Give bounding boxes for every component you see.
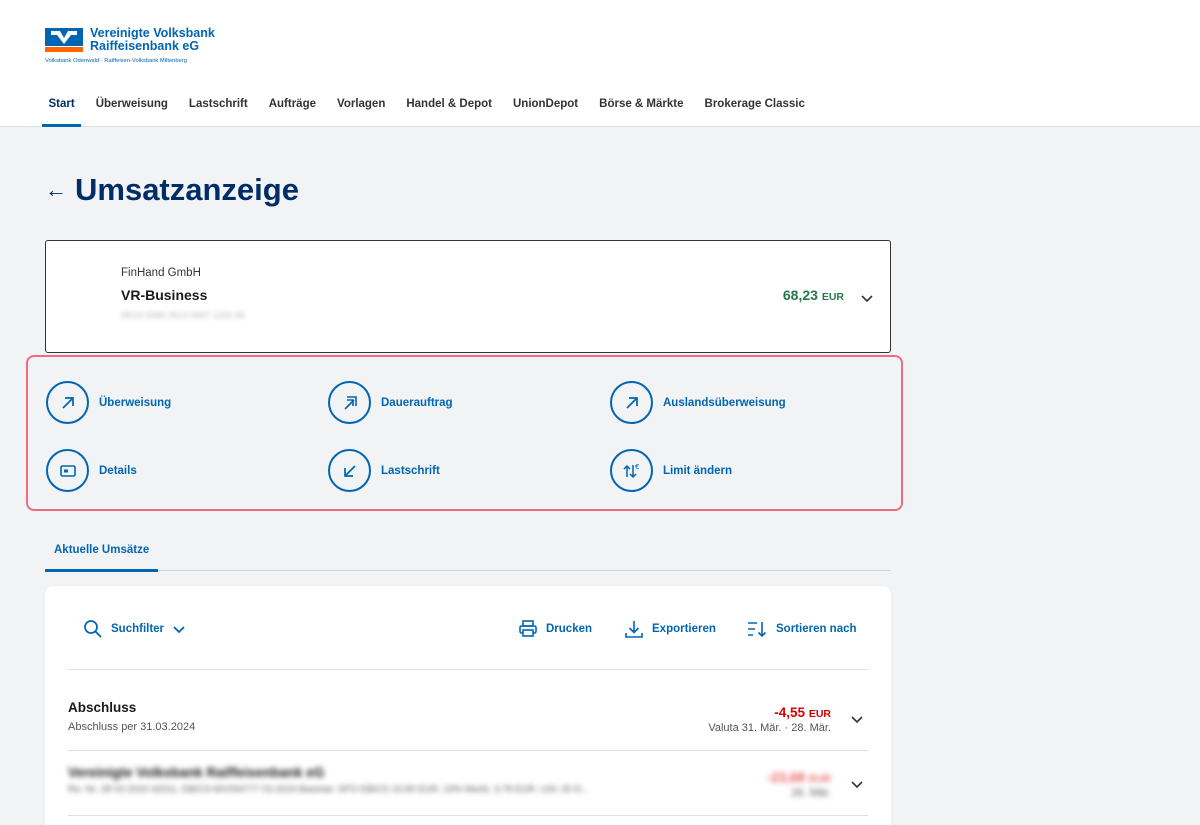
action-label: Lastschrift	[381, 464, 440, 477]
nav-item-lastschrift[interactable]: Lastschrift	[178, 98, 258, 127]
action-label: Dauerauftrag	[381, 396, 453, 409]
printer-icon	[519, 620, 537, 637]
transaction-row[interactable]: Abschluss Abschluss per 31.03.2024 -4,55…	[68, 687, 868, 751]
transaction-amount-currency: EUR	[808, 708, 831, 720]
account-selector[interactable]: FinHand GmbH VR-Business DE24 5086 3513 …	[45, 240, 891, 353]
chevron-down-icon[interactable]	[860, 291, 874, 305]
toolbar-divider	[68, 669, 868, 670]
action-dauerauftrag[interactable]: Dauerauftrag	[328, 381, 453, 424]
arrow-up-right-icon	[46, 381, 89, 424]
action-label: Details	[99, 464, 137, 477]
limit-arrows-euro-icon: €	[610, 449, 653, 492]
nav-item-ueberweisung[interactable]: Überweisung	[85, 98, 178, 127]
page-title-row: ← Umsatzanzeige	[45, 172, 299, 208]
bank-subtitle: Volksbank Odenwald · Raiffeisen-Volksban…	[45, 58, 187, 64]
account-iban: DE24 5086 3513 0007 1155 66	[121, 311, 246, 320]
nav-item-start[interactable]: Start	[38, 98, 85, 127]
chevron-down-icon[interactable]	[850, 712, 864, 726]
transaction-valuta: Valuta 31. Mär. · 28. Mär.	[708, 722, 831, 734]
bank-logo-icon	[45, 28, 83, 52]
main-nav: Start Überweisung Lastschrift Aufträge V…	[38, 98, 815, 127]
sort-label: Sortieren nach	[776, 623, 857, 635]
search-filter-label: Suchfilter	[111, 623, 165, 635]
svg-text:€: €	[635, 463, 639, 471]
arrow-left-icon[interactable]: ←	[45, 172, 67, 208]
action-label: Überweisung	[99, 396, 172, 409]
account-balance-value: 68,23	[782, 287, 818, 303]
nav-item-auftraege[interactable]: Aufträge	[258, 98, 326, 127]
search-filter-button[interactable]: Suchfilter	[83, 619, 194, 639]
action-limit-aendern[interactable]: € Limit ändern	[610, 449, 732, 492]
action-ueberweisung[interactable]: Überweisung	[46, 381, 171, 424]
bank-name-line2: Raiffeisenbank eG	[90, 39, 200, 53]
arrow-up-right-icon	[610, 381, 653, 424]
double-arrow-up-right-icon	[328, 381, 371, 424]
account-balance-currency: EUR	[821, 291, 844, 303]
top-bar: Vereinigte Volksbank Raiffeisenbank eG V…	[0, 0, 1200, 127]
action-label: Limit ändern	[663, 464, 733, 477]
transaction-amount-value: -23,68	[766, 770, 806, 785]
transaction-subtitle: Abschluss per 31.03.2024	[68, 721, 196, 733]
chevron-down-icon	[173, 626, 185, 634]
transaction-amount-currency: EUR	[808, 773, 831, 785]
transactions-tabs: Aktuelle Umsätze	[45, 533, 891, 572]
tab-aktuelle-umsaetze[interactable]: Aktuelle Umsätze	[45, 533, 159, 572]
action-label: Auslandsüberweisung	[663, 396, 786, 409]
nav-item-uniondepot[interactable]: UnionDepot	[502, 98, 588, 127]
transaction-row[interactable]: Vereinigte Volksbank Raiffeisenbank eG R…	[68, 752, 868, 816]
arrow-down-left-icon	[328, 449, 371, 492]
nav-item-vorlagen[interactable]: Vorlagen	[327, 98, 396, 127]
bank-logo[interactable]: Vereinigte Volksbank Raiffeisenbank eG V…	[45, 27, 215, 64]
download-icon	[625, 621, 643, 638]
transaction-amount-value: -4,55	[774, 705, 806, 720]
print-button[interactable]: Drucken	[518, 619, 592, 639]
action-auslandsueberweisung[interactable]: Auslandsüberweisung	[610, 381, 786, 424]
print-label: Drucken	[546, 623, 593, 635]
transactions-card: Suchfilter Drucken Exportieren Sortieren…	[45, 586, 891, 825]
transaction-amount: -4,55 EUR	[774, 705, 831, 720]
account-name: VR-Business	[121, 287, 208, 303]
transaction-title: Vereinigte Volksbank Raiffeisenbank eG	[68, 765, 325, 780]
nav-item-brokerage-classic[interactable]: Brokerage Classic	[694, 98, 815, 127]
chevron-down-icon[interactable]	[850, 777, 864, 791]
page-title: Umsatzanzeige	[75, 172, 299, 207]
sort-button[interactable]: Sortieren nach	[746, 619, 857, 639]
quick-actions-panel: Überweisung Dauerauftrag Auslandsüberwei…	[26, 355, 903, 511]
transaction-amount: -23,68 EUR	[767, 770, 831, 785]
action-details[interactable]: Details	[46, 449, 137, 492]
transaction-title: Abschluss	[68, 700, 137, 715]
transaction-subtitle: Re.-Nr. 28 03 2024 42011, EBICS-MV094777…	[68, 784, 589, 795]
search-icon	[84, 620, 102, 638]
export-button[interactable]: Exportieren	[624, 619, 716, 639]
sort-icon	[748, 622, 767, 638]
account-balance: 68,23 EUR	[783, 287, 844, 303]
account-owner: FinHand GmbH	[121, 267, 201, 279]
transaction-valuta: 26. Mär.	[791, 787, 831, 799]
export-label: Exportieren	[652, 623, 716, 635]
nav-item-handel-depot[interactable]: Handel & Depot	[396, 98, 503, 127]
nav-item-boerse-maerkte[interactable]: Börse & Märkte	[589, 98, 694, 127]
action-lastschrift[interactable]: Lastschrift	[328, 449, 440, 492]
card-details-icon	[46, 449, 89, 492]
